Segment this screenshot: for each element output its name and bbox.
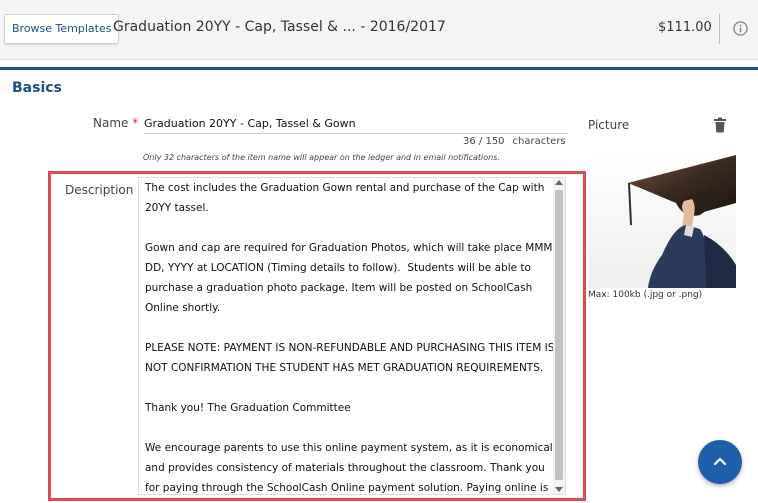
header-divider [719, 14, 720, 44]
picture-label: Picture [588, 118, 630, 132]
chevron-up-icon [713, 457, 727, 466]
item-price: $111.00 [658, 20, 712, 35]
info-icon[interactable] [733, 21, 748, 36]
description-text: The cost includes the Graduation Gown re… [145, 182, 555, 494]
char-counter: 36 / 150 characters [463, 136, 566, 147]
item-title: Graduation 20YY - Cap, Tassel & ... - 20… [113, 19, 446, 35]
browse-templates-button[interactable]: Browse Templates [4, 14, 120, 44]
scroll-down-arrow-icon[interactable] [555, 487, 563, 492]
description-scrollbar[interactable] [553, 178, 565, 494]
picture-size-note: Max: 100kb (.jpg or .png) [588, 290, 703, 300]
scroll-thumb[interactable] [555, 190, 563, 480]
trash-icon[interactable] [713, 117, 727, 133]
description-label: Description [65, 183, 134, 197]
name-hint: Only 32 characters of the item name will… [143, 153, 500, 162]
header-accent-line [0, 67, 758, 70]
scroll-up-arrow-icon[interactable] [555, 180, 563, 185]
name-input[interactable] [144, 114, 568, 134]
item-picture[interactable] [588, 155, 736, 288]
header-bar: Browse Templates Graduation 20YY - Cap, … [0, 0, 758, 60]
description-textarea[interactable]: The cost includes the Graduation Gown re… [138, 177, 566, 495]
name-label: Name * [93, 116, 139, 130]
required-marker: * [132, 116, 139, 130]
scroll-to-top-button[interactable] [698, 440, 742, 484]
section-title: Basics [12, 80, 62, 96]
